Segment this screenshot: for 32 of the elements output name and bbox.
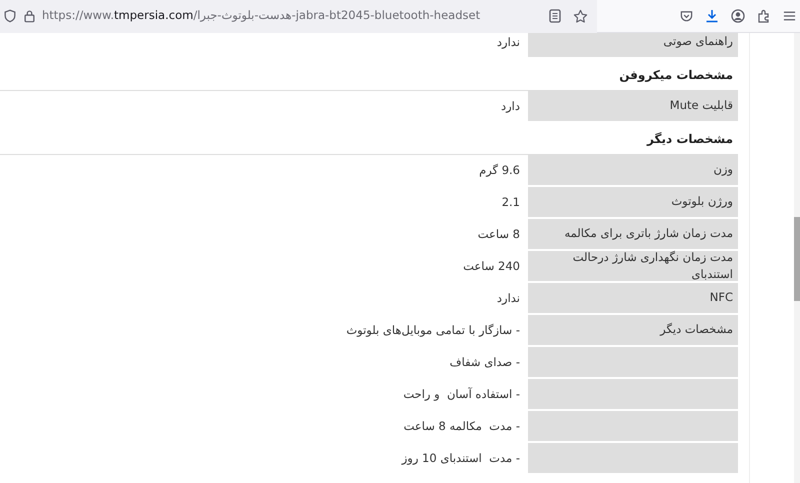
section-heading: مشخصات میکروفن — [619, 66, 733, 84]
spec-label-cell: قابلیت Mute — [528, 91, 738, 123]
spec-value: - مدت استندبای 10 روز — [402, 450, 520, 468]
spec-value: - سازگار با تمامی موبایل‌های بلوتوث — [346, 322, 520, 340]
spec-value: - استفاده آسان و راحت — [403, 386, 520, 404]
scrollbar-thumb[interactable] — [794, 217, 800, 301]
spec-value: - مدت مکالمه 8 ساعت — [404, 418, 520, 436]
spec-value: ندارد — [496, 34, 520, 52]
spec-label-cell: راهنمای صوتی — [528, 33, 738, 59]
spec-label-cell: NFC — [528, 283, 738, 315]
spec-label-cell: ورژن بلوتوث — [528, 187, 738, 219]
reader-view-icon[interactable] — [549, 9, 561, 23]
shield-icon[interactable] — [3, 9, 17, 23]
section-heading: مشخصات دیگر — [647, 130, 733, 148]
spec-value: 9.6 گرم — [479, 162, 520, 180]
spec-value: 2.1 — [502, 194, 520, 212]
menu-icon[interactable] — [783, 10, 796, 22]
account-icon[interactable] — [731, 9, 745, 23]
spec-value: ندارد — [496, 290, 520, 308]
download-icon[interactable] — [705, 9, 719, 23]
pocket-icon[interactable] — [680, 10, 693, 22]
spec-label-cell: مدت زمان شارژ باتری برای مکالمه — [528, 219, 738, 251]
spec-label-cell: مشخصات دیگر — [528, 315, 738, 347]
spec-value: - صدای شفاف — [450, 354, 520, 372]
star-icon[interactable] — [573, 8, 588, 24]
lock-icon[interactable] — [23, 9, 36, 23]
puzzle-icon[interactable] — [757, 9, 771, 23]
spec-label-cell: مدت زمان نگهداری شارژ درحالت استندبای — [528, 251, 738, 283]
spec-value: دارد — [501, 98, 520, 116]
spec-value: 8 ساعت — [478, 226, 520, 244]
spec-label-cell: وزن — [528, 155, 738, 187]
spec-value: 240 ساعت — [463, 258, 520, 276]
